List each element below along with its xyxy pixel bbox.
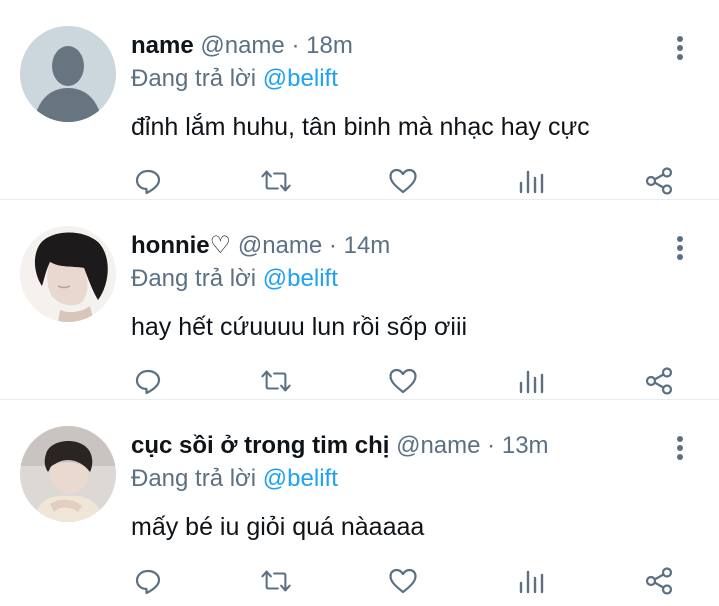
like-heart-icon[interactable] [388, 566, 418, 596]
share-icon[interactable] [644, 366, 674, 396]
share-icon[interactable] [644, 566, 674, 596]
separator-dot: · [487, 432, 496, 459]
timestamp[interactable]: 18m [306, 32, 353, 59]
tweet-header: name @name · 18m [131, 30, 353, 62]
action-bar [0, 360, 719, 400]
replying-to: Đang trả lời @belift [131, 63, 338, 95]
analytics-icon[interactable] [516, 366, 546, 396]
more-options-icon[interactable] [666, 34, 694, 62]
user-handle[interactable]: @name [396, 432, 480, 459]
avatar[interactable] [20, 226, 116, 322]
timestamp[interactable]: 14m [344, 232, 391, 259]
retweet-icon[interactable] [261, 166, 291, 196]
display-name[interactable]: honnie♡ [131, 232, 231, 259]
timestamp[interactable]: 13m [502, 432, 549, 459]
profile-photo [20, 426, 116, 522]
tweet-header: cục sồi ở trong tim chị @name · 13m [131, 430, 549, 462]
replying-to: Đang trả lời @belift [131, 463, 338, 495]
analytics-icon[interactable] [516, 566, 546, 596]
mention-link[interactable]: @belift [263, 265, 338, 292]
reply-tweet[interactable]: name @name · 18m Đang trả lời @belift đỉ… [0, 0, 719, 200]
user-handle[interactable]: @name [238, 232, 322, 259]
avatar[interactable] [20, 26, 116, 122]
separator-dot: · [291, 32, 300, 59]
retweet-icon[interactable] [261, 566, 291, 596]
avatar[interactable] [20, 426, 116, 522]
action-bar [0, 160, 719, 200]
mention-link[interactable]: @belift [263, 65, 338, 92]
reply-tweet[interactable]: honnie♡ @name · 14m Đang trả lời @belift… [0, 200, 719, 400]
reply-tweet[interactable]: cục sồi ở trong tim chị @name · 13m Đang… [0, 400, 719, 606]
replying-to: Đang trả lời @belift [131, 263, 338, 295]
more-options-icon[interactable] [666, 434, 694, 462]
tweet-text: mấy bé iu giỏi quá nàaaaa [131, 513, 425, 541]
action-bar [0, 560, 719, 600]
profile-photo [20, 226, 116, 322]
replying-to-label: Đang trả lời [131, 265, 257, 292]
tweet-text: đỉnh lắm huhu, tân binh mà nhạc hay cực [131, 113, 590, 141]
user-handle[interactable]: @name [200, 32, 284, 59]
like-heart-icon[interactable] [388, 166, 418, 196]
reply-icon[interactable] [133, 366, 163, 396]
retweet-icon[interactable] [261, 366, 291, 396]
separator-dot: · [328, 232, 337, 259]
display-name[interactable]: name [131, 32, 194, 59]
reply-icon[interactable] [133, 566, 163, 596]
replying-to-label: Đang trả lời [131, 65, 257, 92]
tweet-header: honnie♡ @name · 14m [131, 230, 390, 262]
reply-icon[interactable] [133, 166, 163, 196]
more-options-icon[interactable] [666, 234, 694, 262]
like-heart-icon[interactable] [388, 366, 418, 396]
tweet-text: hay hết cứuuuu lun rồi sốp ơiii [131, 313, 468, 341]
share-icon[interactable] [644, 166, 674, 196]
replying-to-label: Đang trả lời [131, 465, 257, 492]
mention-link[interactable]: @belift [263, 465, 338, 492]
display-name[interactable]: cục sồi ở trong tim chị [131, 432, 389, 459]
analytics-icon[interactable] [516, 166, 546, 196]
default-avatar-icon [20, 26, 116, 122]
